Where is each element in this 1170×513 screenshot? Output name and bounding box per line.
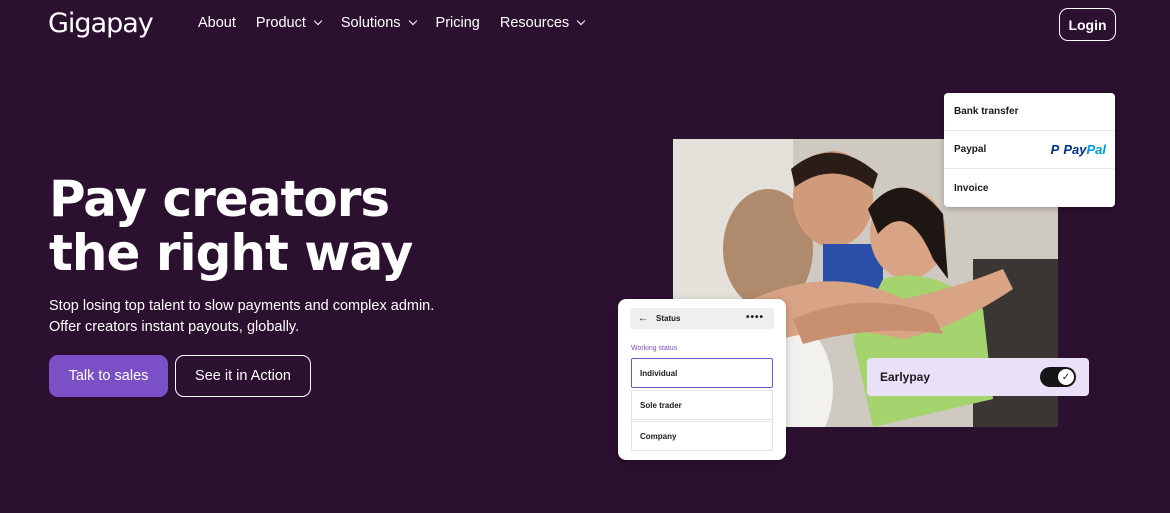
more-options-icon[interactable]: •••• [746,312,764,323]
hero-title: Pay creators the right way [49,172,469,280]
payment-method-paypal[interactable]: Paypal P Pay Pal [944,131,1115,169]
nav-item-product[interactable]: Product [255,15,323,31]
paypal-logo-text: Pay [1063,142,1087,157]
nav-item-label: Solutions [340,15,401,31]
payment-method-bank-transfer[interactable]: Bank transfer [944,93,1115,131]
nav-item-pricing[interactable]: Pricing [436,15,480,31]
chevron-down-icon [576,16,586,26]
back-arrow-icon[interactable]: ← [638,313,648,324]
payment-methods-card: Bank transfer Paypal P Pay Pal Invoice [944,93,1115,207]
option-sole-trader[interactable]: Sole trader [631,390,773,420]
status-card: ← Status •••• Working status Individual … [618,299,786,460]
login-button[interactable]: Login [1059,8,1116,41]
payment-method-label: Invoice [954,182,989,194]
nav-item-label: Product [255,15,306,31]
hero-subtitle: Stop losing top talent to slow payments … [49,296,469,338]
nav-item-label: About [198,15,236,31]
status-header-label: Status [656,314,681,323]
chevron-down-icon [408,16,417,26]
hero-subtitle-line: Offer creators instant payouts, globally… [49,319,300,335]
top-nav: Gigapay About Product Solutions Pricing … [0,0,1170,48]
working-status-label: Working status [631,345,678,352]
hero-subtitle-line: Stop losing top talent to slow payments … [49,298,435,314]
see-in-action-button[interactable]: See it in Action [175,355,311,397]
hero-title-line: the right way [49,224,413,282]
earlypay-label: Earlypay [880,370,931,384]
paypal-logo: P Pay Pal [1051,142,1106,157]
brand-logo[interactable]: Gigapay [48,8,154,39]
nav-item-label: Pricing [435,15,480,31]
chevron-down-icon [313,16,323,26]
option-individual[interactable]: Individual [631,358,773,388]
nav-item-resources[interactable]: Resources [499,15,586,31]
check-icon: ✓ [1058,369,1074,385]
talk-to-sales-button[interactable]: Talk to sales [49,355,168,397]
payment-method-label: Paypal [954,144,987,155]
option-company[interactable]: Company [631,421,773,451]
nav-item-about[interactable]: About [198,15,236,31]
status-header: ← Status •••• [630,308,774,329]
nav-item-solutions[interactable]: Solutions [340,15,417,31]
paypal-icon: P [1050,142,1060,157]
payment-method-label: Bank transfer [954,106,1019,117]
payment-method-invoice[interactable]: Invoice [944,169,1115,207]
nav-item-label: Resources [499,15,570,31]
earlypay-card: Earlypay ✓ [867,358,1089,396]
hero-title-line: Pay creators [49,170,390,228]
earlypay-toggle[interactable]: ✓ [1040,367,1076,387]
paypal-logo-text: Pal [1086,142,1106,157]
nav-links: About Product Solutions Pricing Resource… [198,15,604,31]
